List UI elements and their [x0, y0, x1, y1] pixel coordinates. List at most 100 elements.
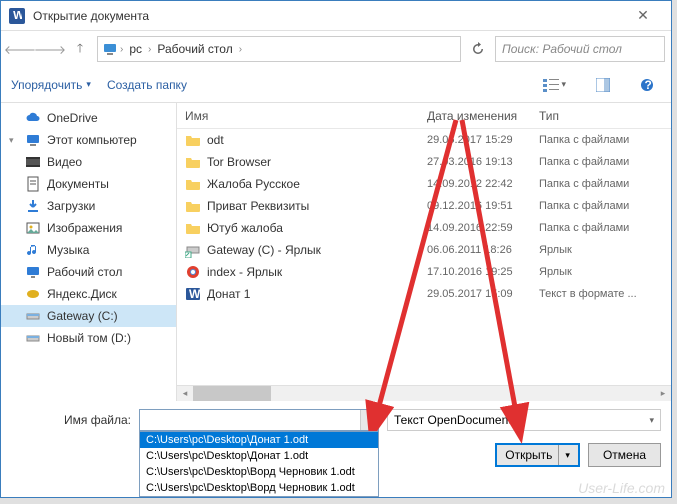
col-type[interactable]: Тип [539, 109, 671, 123]
chevron-right-icon: › [148, 44, 151, 55]
sidebar-item-label: Загрузки [47, 199, 95, 213]
file-type: Текст в формате ... [539, 288, 671, 300]
chevron-down-icon[interactable]: ▾ [360, 410, 378, 430]
sidebar-item[interactable]: Загрузки [1, 195, 176, 217]
file-name: index - Ярлык [207, 265, 282, 279]
sidebar-item[interactable]: Яндекс.Диск [1, 283, 176, 305]
dropdown-item[interactable]: C:\Users\pc\Desktop\Донат 1.odt [140, 432, 378, 448]
file-row[interactable]: Ютуб жалоба 14.09.2016 22:59Папка с файла… [177, 217, 671, 239]
close-button[interactable]: ✕ [623, 2, 663, 30]
file-date: 29.05.2017 15:29 [427, 134, 539, 146]
filename-combo[interactable]: ▾ C:\Users\pc\Desktop\Донат 1.odtC:\User… [139, 409, 379, 431]
filename-dropdown: C:\Users\pc\Desktop\Донат 1.odtC:\Users\… [139, 431, 379, 497]
file-type: Папка с файлами [539, 134, 671, 146]
sidebar-item[interactable]: ▾Этот компьютер [1, 129, 176, 151]
chevron-right-icon: › [120, 44, 123, 55]
file-row[interactable]: Tor Browser27.03.2016 19:13Папка с файла… [177, 151, 671, 173]
sidebar-item-label: OneDrive [47, 111, 98, 125]
file-list[interactable]: odt29.05.2017 15:29Папка с файлами Tor Br… [177, 129, 671, 385]
sidebar-item[interactable]: OneDrive [1, 107, 176, 129]
crumb-desktop[interactable]: Рабочий стол [153, 42, 236, 56]
file-name: Ютуб жалоба [207, 221, 283, 235]
desktop-icon [25, 264, 41, 280]
word-icon: W [185, 286, 201, 302]
word-icon: W [9, 8, 25, 24]
file-date: 17.10.2016 19:25 [427, 266, 539, 278]
scroll-thumb[interactable] [193, 386, 271, 401]
sidebar-item-label: Рабочий стол [47, 265, 122, 279]
file-pane: Имя Дата изменения Тип odt29.05.2017 15:… [177, 103, 671, 401]
chrome-lnk-icon [185, 264, 201, 280]
file-name: Жалоба Русское [207, 177, 300, 191]
dropdown-item[interactable]: C:\Users\pc\Desktop\Ворд Черновик 1.odt [140, 464, 378, 480]
ydisk-icon [25, 286, 41, 302]
music-icon [25, 242, 41, 258]
sidebar-item[interactable]: Рабочий стол [1, 261, 176, 283]
file-row[interactable]: odt29.05.2017 15:29Папка с файлами [177, 129, 671, 151]
body: OneDrive ▾Этот компьютер Видео Документы Заг… [1, 103, 671, 401]
video-icon [25, 154, 41, 170]
file-row[interactable]: Gateway (C) - Ярлык06.06.2011 18:26Ярлык [177, 239, 671, 261]
sidebar-item[interactable]: Видео [1, 151, 176, 173]
sidebar-item[interactable]: Музыка [1, 239, 176, 261]
col-date[interactable]: Дата изменения [427, 109, 539, 123]
sidebar-item-label: Документы [47, 177, 109, 191]
search-input[interactable]: Поиск: Рабочий стол [495, 36, 665, 62]
sidebar-item[interactable]: Новый том (D:) [1, 327, 176, 349]
file-row[interactable]: WДонат 129.05.2017 15:09Текст в формате … [177, 283, 671, 305]
chevron-right-icon: › [239, 44, 242, 55]
toolbar: Упорядочить▾ Создать папку ▾ ? [1, 67, 671, 103]
download-icon [25, 198, 41, 214]
file-date: 09.12.2016 19:51 [427, 200, 539, 212]
col-name[interactable]: Имя [177, 109, 427, 123]
sidebar-item-label: Этот компьютер [47, 133, 137, 147]
window-title: Открытие документа [33, 9, 623, 23]
preview-button[interactable] [589, 73, 617, 97]
folder-icon [185, 132, 201, 148]
crumb-pc[interactable]: pc [125, 42, 146, 56]
filetype-combo[interactable]: Текст OpenDocument ▾ [387, 409, 661, 431]
refresh-button[interactable] [465, 36, 491, 62]
image-icon [25, 220, 41, 236]
dropdown-item[interactable]: C:\Users\pc\Desktop\Ворд Черновик 1.odt [140, 480, 378, 496]
file-date: 27.03.2016 19:13 [427, 156, 539, 168]
file-row[interactable]: index - Ярлык17.10.2016 19:25Ярлык [177, 261, 671, 283]
sidebar-item[interactable]: Изображения [1, 217, 176, 239]
file-type: Ярлык [539, 244, 671, 256]
scroll-left[interactable]: ◂ [177, 386, 193, 401]
back-button[interactable]: 🡐 [7, 36, 33, 62]
forward-button: 🡒 [37, 36, 63, 62]
folder-icon [185, 198, 201, 214]
file-type: Папка с файлами [539, 222, 671, 234]
help-button[interactable]: ? [633, 73, 661, 97]
file-type: Папка с файлами [539, 178, 671, 190]
file-date: 14.09.2016 22:59 [427, 222, 539, 234]
up-button[interactable]: 🡑 [67, 36, 93, 62]
file-type: Папка с файлами [539, 200, 671, 212]
sidebar-item[interactable]: Gateway (C:) [1, 305, 176, 327]
svg-text:W: W [13, 11, 22, 21]
sidebar-item-label: Видео [47, 155, 82, 169]
file-row[interactable]: Приват Реквизиты09.12.2016 19:51Папка с … [177, 195, 671, 217]
drive-icon [25, 308, 41, 324]
file-name: Tor Browser [207, 155, 271, 169]
organize-button[interactable]: Упорядочить▾ [11, 78, 91, 92]
folder-icon [185, 220, 201, 236]
column-headers: Имя Дата изменения Тип [177, 103, 671, 129]
cloud-icon [25, 110, 41, 126]
cancel-button[interactable]: Отмена [588, 443, 661, 467]
folder-icon [185, 154, 201, 170]
breadcrumb[interactable]: › pc › Рабочий стол › [97, 36, 461, 62]
dropdown-item[interactable]: C:\Users\pc\Desktop\Донат 1.odt [140, 448, 378, 464]
scroll-right[interactable]: ▸ [655, 386, 671, 401]
file-row[interactable]: Жалоба Русское14.09.2012 22:42Папка с фа… [177, 173, 671, 195]
view-button[interactable]: ▾ [536, 73, 573, 97]
filename-label: Имя файла: [11, 413, 131, 427]
sidebar-item-label: Новый том (D:) [47, 331, 131, 345]
chevron-down-icon: ▾ [649, 415, 654, 426]
file-name: Донат 1 [207, 287, 250, 301]
new-folder-button[interactable]: Создать папку [107, 78, 187, 92]
open-button[interactable]: Открыть▾ [495, 443, 580, 467]
hscroll[interactable]: ◂ ▸ [177, 385, 671, 401]
sidebar-item[interactable]: Документы [1, 173, 176, 195]
